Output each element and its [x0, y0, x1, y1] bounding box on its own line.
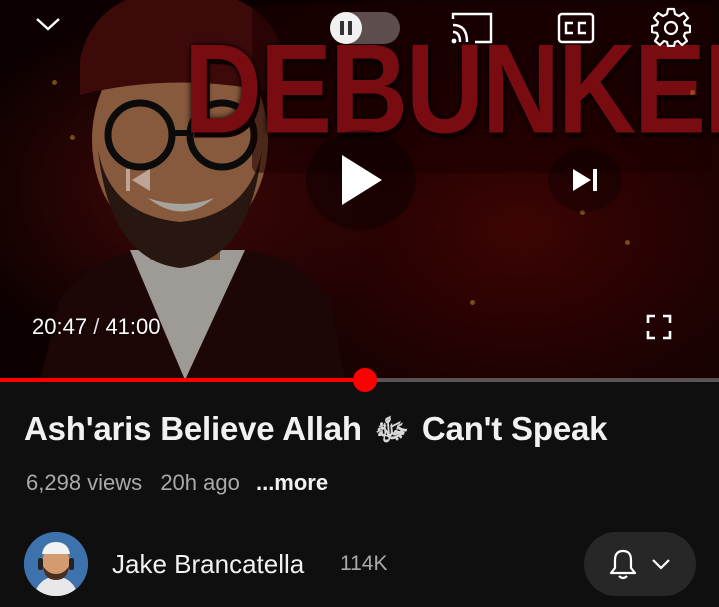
total-duration: 41:00 — [105, 314, 161, 339]
previous-icon — [126, 169, 150, 191]
channel-name[interactable]: Jake Brancatella — [112, 549, 304, 580]
chevron-down-icon — [652, 559, 670, 570]
subscriber-count: 114K — [340, 552, 388, 575]
next-video-button[interactable] — [548, 148, 622, 212]
chevron-down-icon — [36, 18, 60, 31]
bell-icon — [609, 549, 637, 580]
autoplay-toggle[interactable] — [330, 12, 400, 44]
settings-button[interactable] — [650, 6, 692, 48]
settings-gear-icon — [651, 7, 691, 47]
channel-avatar[interactable] — [24, 532, 88, 596]
current-time: 20:47 — [32, 314, 88, 339]
fullscreen-button[interactable] — [640, 308, 678, 346]
honorific-glyph: ﷻ — [374, 414, 409, 447]
video-title: Ash'aris Believe Allah ﷻ Can't Speak — [24, 410, 607, 455]
fullscreen-icon — [646, 314, 672, 340]
channel-avatar-image — [24, 532, 88, 596]
video-title-text: Ash'aris Believe Allah — [24, 410, 362, 447]
video-metadata: 6,298 views 20h ago ...more — [26, 470, 328, 496]
cast-button[interactable] — [450, 10, 494, 46]
play-icon — [342, 155, 382, 205]
cast-icon — [451, 12, 493, 44]
previous-video-button[interactable] — [108, 150, 168, 210]
seek-bar-played — [0, 378, 365, 382]
subscription-notifications-button[interactable] — [584, 532, 696, 596]
more-description-link[interactable]: ...more — [256, 470, 328, 495]
minimize-player-button[interactable] — [28, 8, 68, 40]
closed-captions-icon — [557, 12, 595, 44]
pause-icon — [340, 21, 352, 35]
video-title-text-end: Can't Speak — [421, 410, 608, 447]
playback-time: 20:47 / 41:00 — [32, 314, 161, 340]
time-separator: / — [93, 314, 100, 339]
play-button[interactable] — [306, 130, 416, 230]
video-player[interactable]: DEBUNKED — [0, 0, 719, 380]
autoplay-toggle-knob — [330, 12, 362, 44]
next-icon — [573, 169, 597, 191]
upload-age: 20h ago — [160, 470, 240, 495]
view-count: 6,298 views — [26, 470, 143, 495]
seek-bar-scrubber[interactable] — [353, 368, 377, 392]
captions-button[interactable] — [556, 10, 596, 46]
seek-bar[interactable] — [0, 368, 719, 392]
